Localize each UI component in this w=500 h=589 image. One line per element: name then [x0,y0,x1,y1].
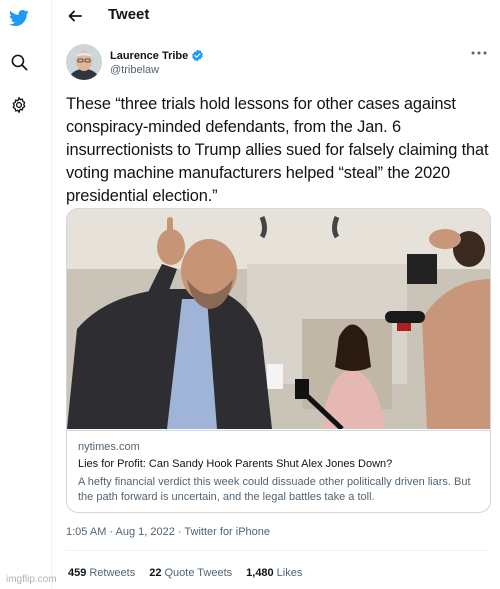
more-options-icon[interactable] [470,46,488,60]
card-description: A hefty financial verdict this week coul… [78,476,471,503]
back-arrow-icon[interactable] [65,6,85,26]
likes-stat[interactable]: 1,480 Likes [246,567,302,579]
card-title[interactable]: Lies for Profit: Can Sandy Hook Parents … [78,458,392,470]
author-name-text[interactable]: Laurence Tribe [110,50,188,62]
card-info: nytimes.com Lies for Profit: Can Sandy H… [67,430,490,512]
search-icon[interactable] [8,51,30,73]
card-domain: nytimes.com [78,441,140,453]
sidebar-nav [0,0,52,589]
link-card[interactable]: nytimes.com Lies for Profit: Can Sandy H… [66,208,491,513]
card-image[interactable] [67,209,490,431]
retweets-label: Retweets [89,567,136,579]
author-name[interactable]: Laurence Tribe [110,49,204,62]
quote-tweets-count: 22 [149,567,162,579]
quote-tweets-label: Quote Tweets [164,567,233,579]
retweets-stat[interactable]: 459 Retweets [68,567,135,579]
likes-count: 1,480 [246,567,274,579]
tweet-text: These “three trials hold lessons for oth… [66,95,489,205]
tweet-header: Tweet [53,0,500,33]
likes-label: Likes [276,567,303,579]
watermark: imgflip.com [6,574,57,585]
tweet-stats: 459 Retweets 22 Quote Tweets 1,480 Likes [68,567,302,579]
author-handle[interactable]: @tribelaw [110,64,159,76]
page-title: Tweet [108,6,150,23]
tweet-timestamp[interactable]: 1:05 AM · Aug 1, 2022 · Twitter for iPho… [66,526,270,538]
divider [66,550,490,551]
quote-tweets-stat[interactable]: 22 Quote Tweets [149,567,232,579]
retweets-count: 459 [68,567,87,579]
tweet-author: Laurence Tribe @tribelaw [66,44,490,84]
avatar[interactable] [66,44,102,80]
verified-badge-icon [191,49,204,62]
twitter-bird-icon[interactable] [8,7,30,29]
gear-icon[interactable] [8,94,30,116]
